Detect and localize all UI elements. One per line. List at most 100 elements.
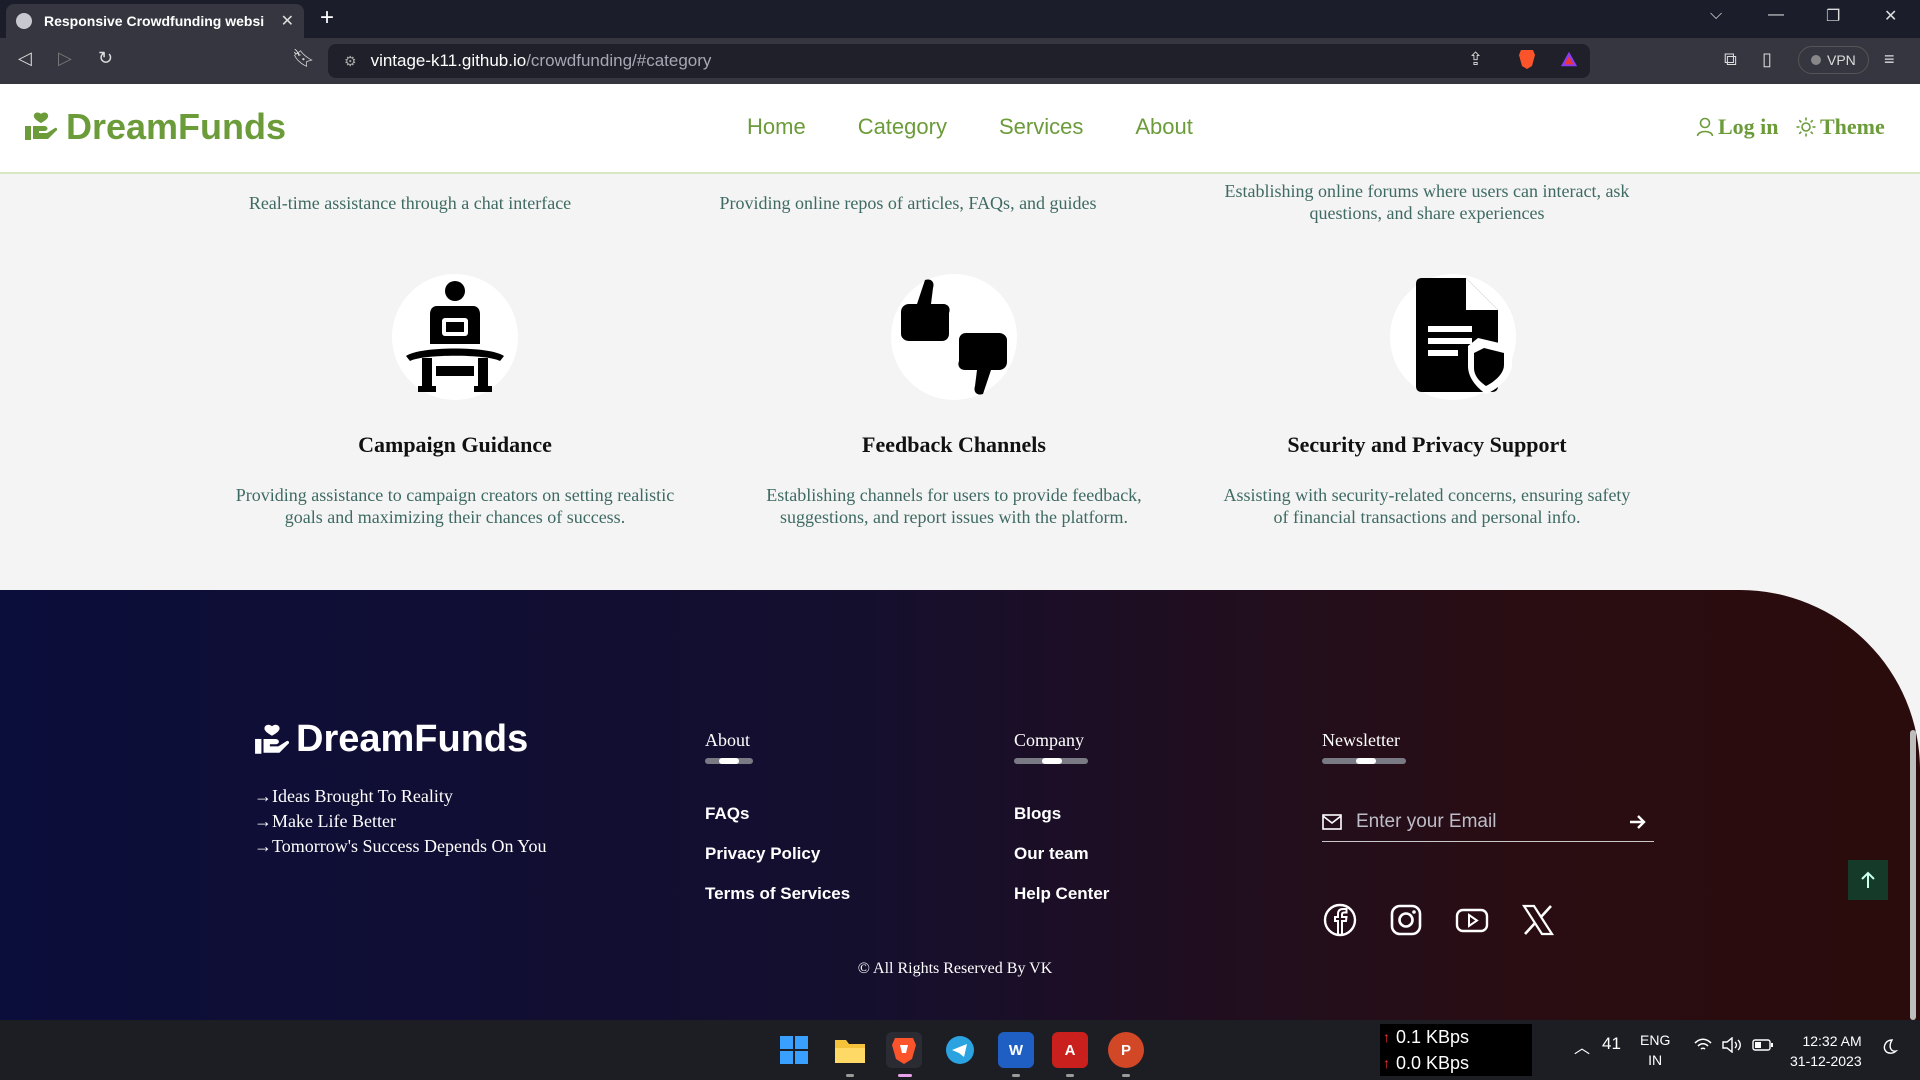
nav-about[interactable]: About: [1135, 114, 1193, 140]
footer-link-our-team[interactable]: Our team: [1014, 844, 1089, 864]
bookmark-icon[interactable]: 🔖︎: [292, 48, 315, 69]
close-window-icon[interactable]: ✕: [1884, 6, 1897, 26]
service-desc-security-privacy: Assisting with security-related concerns…: [1223, 485, 1631, 527]
heading-underline: [1014, 758, 1088, 764]
lang-code: ENG: [1640, 1032, 1671, 1048]
vpn-button[interactable]: VPN: [1798, 46, 1869, 74]
youtube-icon[interactable]: [1454, 902, 1490, 938]
footer-tagline: →Ideas Brought To Reality: [254, 786, 453, 806]
nav-category[interactable]: Category: [858, 114, 947, 140]
wifi-icon[interactable]: [1694, 1038, 1712, 1055]
active-indicator: [898, 1074, 912, 1077]
url-bar[interactable]: ⚙ vintage-k11.github.io/crowdfunding/#ca…: [328, 44, 1590, 78]
brave-shields-icon[interactable]: [1518, 48, 1536, 70]
url-host: vintage-k11.github.io: [370, 51, 527, 70]
powerpoint-icon[interactable]: P: [1108, 1032, 1144, 1068]
download-speed: 0.0 KBps: [1396, 1053, 1470, 1073]
region-code: IN: [1648, 1052, 1663, 1068]
sun-icon: [1796, 117, 1816, 137]
input-language[interactable]: ENG IN: [1640, 1030, 1670, 1070]
footer-link-help-center[interactable]: Help Center: [1014, 884, 1109, 904]
restore-icon[interactable]: ❐: [1826, 6, 1840, 26]
nav-services[interactable]: Services: [999, 114, 1083, 140]
service-desc-feedback-channels: Establishing channels for users to provi…: [766, 485, 1142, 527]
tab-list-chevron-icon[interactable]: ⌵: [1710, 6, 1722, 24]
share-icon[interactable]: ⇪: [1468, 49, 1483, 70]
instagram-icon[interactable]: [1388, 902, 1424, 938]
clock-time: 12:32 AM: [1802, 1033, 1862, 1049]
tab-title: Responsive Crowdfunding websi: [44, 13, 265, 29]
logo-text: DreamFunds: [66, 106, 287, 147]
footer-link-privacy-policy[interactable]: Privacy Policy: [705, 844, 820, 864]
menu-icon[interactable]: ≡: [1884, 49, 1895, 70]
footer-logo-text: DreamFunds: [296, 718, 529, 760]
copyright: © All Rights Reserved By VK: [857, 960, 1053, 977]
windows-start-icon[interactable]: [776, 1032, 812, 1068]
mail-icon: [1322, 813, 1342, 830]
browser-tab-bar: Responsive Crowdfunding websi ✕ + ⌵ — ❐ …: [0, 0, 1920, 38]
footer-link-faqs[interactable]: FAQs: [705, 804, 749, 824]
footer-company-heading: Company: [1014, 730, 1084, 750]
service-title-campaign-guidance: Campaign Guidance: [358, 432, 552, 457]
login-label: Log in: [1718, 114, 1779, 139]
nav-home[interactable]: Home: [747, 114, 806, 140]
footer-link-blogs[interactable]: Blogs: [1014, 804, 1061, 824]
brave-icon[interactable]: [886, 1032, 922, 1068]
footer-tagline: →Tomorrow's Success Depends On You: [254, 836, 547, 856]
services-section: Real-time assistance through a chat inte…: [0, 174, 1920, 590]
user-icon: [1696, 117, 1714, 137]
vpn-label: VPN: [1827, 52, 1856, 68]
upload-speed: 0.1 KBps: [1396, 1027, 1470, 1047]
word-icon[interactable]: W: [998, 1032, 1034, 1068]
acrobat-icon[interactable]: A: [1052, 1032, 1088, 1068]
site-header: DreamFunds Home Category Services About …: [0, 84, 1920, 174]
hand-heart-logo-icon: [25, 112, 58, 140]
theme-toggle[interactable]: Theme: [1796, 114, 1885, 140]
address-toolbar: ◁ ▷ ↻ 🔖︎ ⚙ vintage-k11.github.io/crowdfu…: [0, 38, 1920, 84]
volume-icon[interactable]: [1722, 1036, 1742, 1056]
heading-underline: [705, 758, 753, 764]
facebook-icon[interactable]: [1322, 902, 1358, 938]
site-info-icon[interactable]: ⚙: [344, 53, 357, 70]
site-logo[interactable]: DreamFunds: [24, 106, 286, 148]
heading-underline: [1322, 758, 1406, 764]
scroll-to-top-button[interactable]: [1848, 860, 1888, 900]
close-tab-icon[interactable]: ✕: [281, 11, 294, 31]
vpn-status-dot: [1811, 55, 1821, 65]
running-indicator: [846, 1074, 854, 1077]
notifications-icon[interactable]: [1880, 1038, 1899, 1059]
person-reading-icon: [392, 274, 518, 400]
x-icon[interactable]: [1520, 902, 1556, 938]
brave-rewards-icon[interactable]: [1560, 48, 1578, 70]
running-indicator: [1122, 1074, 1130, 1077]
hand-heart-logo-icon: [255, 724, 290, 754]
reload-icon[interactable]: ↻: [98, 48, 113, 69]
sidebar-icon[interactable]: ▯: [1762, 49, 1772, 70]
page-scrollbar[interactable]: [1910, 730, 1916, 1020]
main-nav: Home Category Services About: [747, 114, 1193, 140]
arrow-right-icon[interactable]: [1628, 813, 1648, 831]
site-footer: DreamFunds →Ideas Brought To Reality →Ma…: [0, 590, 1920, 1020]
new-tab-icon[interactable]: +: [320, 4, 334, 32]
theme-label: Theme: [1820, 114, 1885, 139]
forward-icon[interactable]: ▷: [58, 48, 72, 69]
system-clock[interactable]: 12:32 AM 31-12-2023: [1790, 1031, 1862, 1071]
extensions-icon[interactable]: ⧉: [1724, 49, 1737, 70]
running-indicator: [1012, 1074, 1020, 1077]
newsletter-email-input[interactable]: [1356, 810, 1628, 833]
file-explorer-icon[interactable]: [832, 1032, 868, 1068]
service-desc-campaign-guidance: Providing assistance to campaign creator…: [235, 485, 675, 527]
battery-icon[interactable]: [1752, 1037, 1774, 1056]
browser-tab[interactable]: Responsive Crowdfunding websi ✕: [6, 4, 304, 38]
footer-logo[interactable]: DreamFunds: [254, 718, 528, 761]
service-title-feedback-channels: Feedback Channels: [862, 432, 1046, 457]
minimize-icon[interactable]: —: [1768, 6, 1784, 24]
footer-about-heading: About: [705, 730, 750, 750]
back-icon[interactable]: ◁: [18, 48, 32, 69]
running-indicator: [1066, 1074, 1074, 1077]
tray-overflow-chevron-icon[interactable]: ︿: [1574, 1034, 1590, 1058]
login-button[interactable]: Log in: [1696, 114, 1779, 140]
network-monitor: ↑ 0.1 KBps ↑ 0.0 KBps: [1380, 1024, 1532, 1076]
telegram-icon[interactable]: [942, 1032, 978, 1068]
footer-link-terms[interactable]: Terms of Services: [705, 884, 850, 904]
